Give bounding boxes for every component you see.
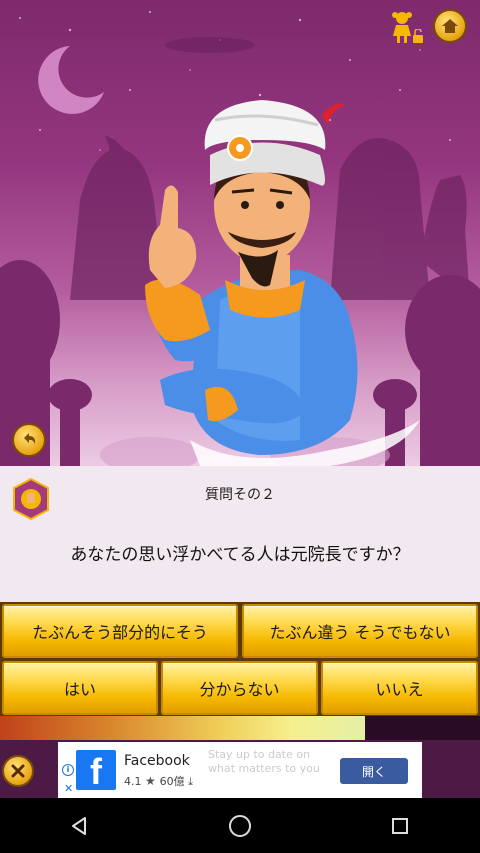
nav-back-button[interactable] <box>60 806 100 846</box>
nav-home-button[interactable] <box>220 806 260 846</box>
nav-recents-button[interactable] <box>380 806 420 846</box>
home-icon <box>442 19 458 33</box>
ad-rating-value: 4.1 <box>124 775 142 788</box>
answer-probably-button[interactable]: たぶんそう部分的にそう <box>2 604 238 658</box>
undo-icon <box>24 433 36 444</box>
home-circle-icon <box>229 814 251 837</box>
ad-app-name: Facebook <box>124 753 190 769</box>
akinator-girl-button[interactable] <box>388 9 424 45</box>
answer-dont-know-button[interactable]: 分からない <box>161 661 318 715</box>
ad-info-icon[interactable]: i <box>62 764 74 776</box>
ad-description: Stay up to date on what matters to you w… <box>208 748 320 778</box>
undo-button[interactable] <box>12 423 46 457</box>
star-icon: ★ <box>145 774 160 788</box>
ad-rating-row: 4.1 ★ 60億 ⤓ <box>124 773 193 789</box>
answer-probably-not-button[interactable]: たぶん違う そうでもない <box>242 604 478 658</box>
close-ad-button[interactable] <box>2 755 34 787</box>
ad-banner[interactable]: i ✕ f Stay up to date on what matters to… <box>58 742 422 798</box>
ad-open-button[interactable]: 開く <box>340 758 408 784</box>
answer-no-button[interactable]: いいえ <box>321 661 478 715</box>
answer-yes-button[interactable]: はい <box>2 661 158 715</box>
ad-close-icon[interactable]: ✕ <box>64 782 73 795</box>
facebook-app-icon: f <box>76 750 116 792</box>
download-icon: ⤓ <box>188 775 193 788</box>
recents-icon <box>392 817 408 834</box>
close-icon <box>11 764 25 778</box>
question-number: 質問その２ <box>205 487 275 503</box>
back-icon <box>72 816 86 835</box>
system-nav-bar <box>0 798 480 853</box>
akinator-scene <box>0 0 480 466</box>
ad-downloads: 60億 <box>159 775 185 788</box>
unlock-icon <box>413 29 423 43</box>
progress-bar <box>0 716 480 740</box>
question-text: あなたの思い浮かべてる人は元院長ですか？ <box>70 545 410 565</box>
progress-fill <box>0 716 365 740</box>
akinator-genie <box>145 100 420 466</box>
answer-grid: たぶんそう部分的にそう たぶん違う そうでもない はい 分からない いいえ <box>0 602 480 716</box>
home-button[interactable] <box>433 9 467 43</box>
